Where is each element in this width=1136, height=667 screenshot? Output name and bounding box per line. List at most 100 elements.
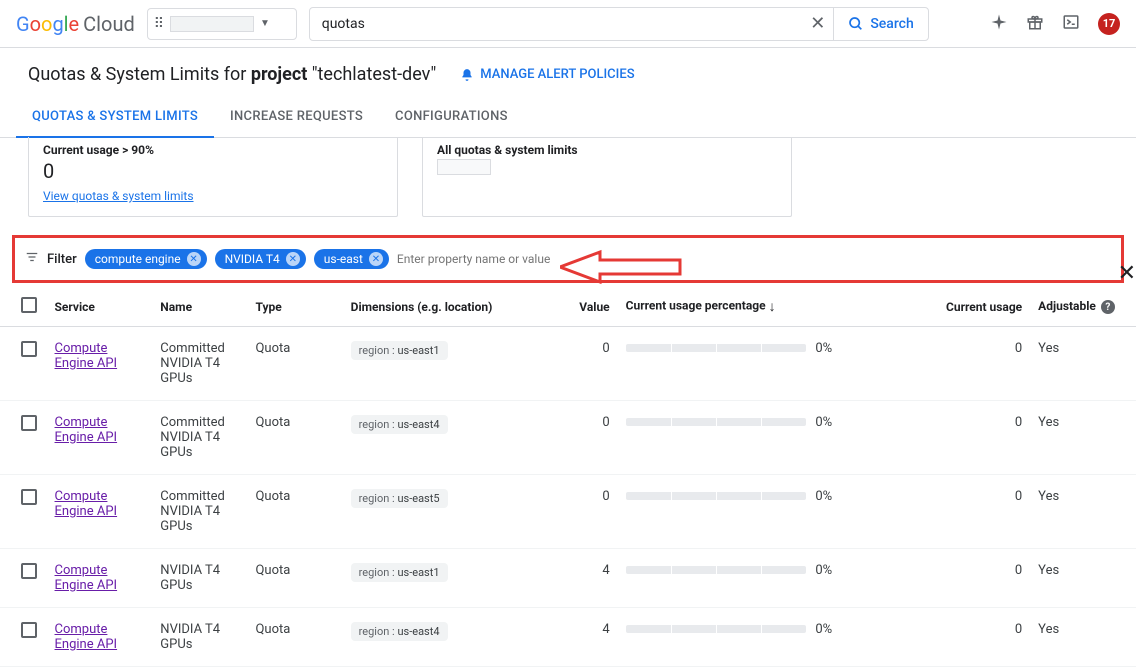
title-prefix: Quotas & System Limits for [28, 64, 251, 85]
project-name-placeholder [170, 16, 254, 32]
quota-name: NVIDIA T4 GPUs [152, 608, 247, 667]
row-checkbox[interactable] [21, 415, 37, 431]
quota-name: Committed NVIDIA T4 GPUs [152, 401, 247, 475]
usage-pct-text: 0% [815, 489, 832, 504]
table-row: Compute Engine API NVIDIA T4 GPUs Quota … [0, 549, 1136, 608]
card-usage-over-90: Current usage > 90% 0 View quotas & syst… [28, 137, 398, 217]
adjustable-cell: Yes [1030, 401, 1136, 475]
col-usage-pct[interactable]: Current usage percentage ↓ [618, 287, 861, 327]
col-type[interactable]: Type [247, 287, 342, 327]
title-suffix: "techlatest-dev" [307, 64, 436, 85]
select-all-checkbox[interactable] [21, 297, 37, 313]
search-clear-icon[interactable]: ✕ [802, 13, 833, 34]
table-row: Compute Engine API Committed NVIDIA T4 G… [0, 327, 1136, 401]
tab-increase-requests[interactable]: INCREASE REQUESTS [214, 97, 379, 137]
chip-remove-icon[interactable]: ✕ [286, 252, 300, 266]
col-name[interactable]: Name [152, 287, 247, 327]
caret-down-icon: ▼ [260, 18, 270, 29]
quota-value: 0 [533, 401, 618, 475]
service-link[interactable]: Compute Engine API [55, 341, 118, 371]
col-current-usage[interactable]: Current usage [861, 287, 1030, 327]
quotas-table: Service Name Type Dimensions (e.g. locat… [0, 287, 1136, 667]
summary-cards: Current usage > 90% 0 View quotas & syst… [0, 137, 1136, 217]
table-row: Compute Engine API Committed NVIDIA T4 G… [0, 401, 1136, 475]
quota-type: Quota [247, 608, 342, 667]
usage-pct-cell: 0% [618, 608, 861, 667]
row-checkbox[interactable] [21, 489, 37, 505]
usage-pct-text: 0% [815, 563, 832, 578]
quota-type: Quota [247, 327, 342, 401]
filter-icon[interactable] [25, 250, 39, 268]
top-header: Google Cloud ⠿ ▼ ✕ Search 17 [0, 0, 1136, 48]
current-usage: 0 [861, 608, 1030, 667]
service-link[interactable]: Compute Engine API [55, 489, 118, 519]
page-title: Quotas & System Limits for project "tech… [28, 64, 436, 85]
quota-name: Committed NVIDIA T4 GPUs [152, 327, 247, 401]
col-adj-label: Adjustable [1038, 299, 1096, 313]
service-link[interactable]: Compute Engine API [55, 415, 118, 445]
filter-chip-nvidia-t4[interactable]: NVIDIA T4 ✕ [215, 249, 306, 269]
quota-value: 4 [533, 549, 618, 608]
search-button[interactable]: Search [833, 8, 927, 40]
usage-pct-cell: 0% [618, 401, 861, 475]
quota-name: NVIDIA T4 GPUs [152, 549, 247, 608]
chip-remove-icon[interactable]: ✕ [187, 252, 201, 266]
usage-bar [626, 418, 806, 426]
dimension-pill: region : us-east1 [351, 563, 448, 582]
search-input[interactable] [310, 16, 802, 32]
usage-pct-cell: 0% [618, 475, 861, 549]
adjustable-cell: Yes [1030, 475, 1136, 549]
manage-alert-policies-link[interactable]: MANAGE ALERT POLICIES [460, 67, 634, 82]
service-link[interactable]: Compute Engine API [55, 563, 118, 593]
col-pct-label: Current usage percentage [626, 299, 766, 313]
project-dots-icon: ⠿ [154, 16, 164, 32]
quota-type: Quota [247, 549, 342, 608]
card2-placeholder [437, 159, 491, 175]
adjustable-cell: Yes [1030, 549, 1136, 608]
row-checkbox[interactable] [21, 563, 37, 579]
search-button-label: Search [870, 16, 913, 32]
gift-icon[interactable] [1026, 13, 1044, 35]
usage-bar [626, 344, 806, 352]
help-icon[interactable]: ? [1101, 300, 1115, 314]
gemini-icon[interactable] [990, 13, 1008, 35]
search-bar: ✕ Search [309, 7, 929, 41]
col-value[interactable]: Value [533, 287, 618, 327]
col-service[interactable]: Service [47, 287, 153, 327]
row-checkbox[interactable] [21, 622, 37, 638]
current-usage: 0 [861, 401, 1030, 475]
quota-type: Quota [247, 401, 342, 475]
current-usage: 0 [861, 327, 1030, 401]
chip-label: us-east [324, 252, 363, 266]
filter-chip-compute-engine[interactable]: compute engine ✕ [85, 249, 207, 269]
col-dimensions[interactable]: Dimensions (e.g. location) [343, 287, 533, 327]
logo-cloud-text: Cloud [83, 12, 135, 36]
quota-value: 0 [533, 475, 618, 549]
row-checkbox[interactable] [21, 341, 37, 357]
col-adjustable[interactable]: Adjustable ? [1030, 287, 1136, 327]
card1-title: Current usage > 90% [43, 143, 383, 157]
usage-bar [626, 566, 806, 574]
bell-icon [460, 68, 474, 82]
project-picker[interactable]: ⠿ ▼ [147, 8, 297, 40]
tab-configurations[interactable]: CONFIGURATIONS [379, 97, 524, 137]
view-quotas-link[interactable]: View quotas & system limits [43, 189, 194, 203]
tab-quotas[interactable]: QUOTAS & SYSTEM LIMITS [16, 97, 214, 138]
card-all-quotas: All quotas & system limits [422, 137, 792, 217]
adjustable-cell: Yes [1030, 327, 1136, 401]
cloud-shell-icon[interactable] [1062, 13, 1080, 35]
card1-value: 0 [43, 159, 383, 183]
filter-input[interactable] [397, 252, 1111, 266]
dimension-pill: region : us-east4 [351, 622, 448, 641]
dimension-pill: region : us-east1 [351, 341, 448, 360]
clear-all-filters-icon[interactable]: ✕ [1118, 261, 1136, 286]
service-link[interactable]: Compute Engine API [55, 622, 118, 652]
usage-pct-cell: 0% [618, 327, 861, 401]
usage-pct-text: 0% [815, 415, 832, 430]
gcp-logo[interactable]: Google Cloud [16, 12, 135, 36]
chip-remove-icon[interactable]: ✕ [369, 252, 383, 266]
filter-chip-us-east[interactable]: us-east ✕ [314, 249, 389, 269]
usage-pct-text: 0% [815, 341, 832, 356]
current-usage: 0 [861, 549, 1030, 608]
notification-badge[interactable]: 17 [1098, 13, 1120, 35]
